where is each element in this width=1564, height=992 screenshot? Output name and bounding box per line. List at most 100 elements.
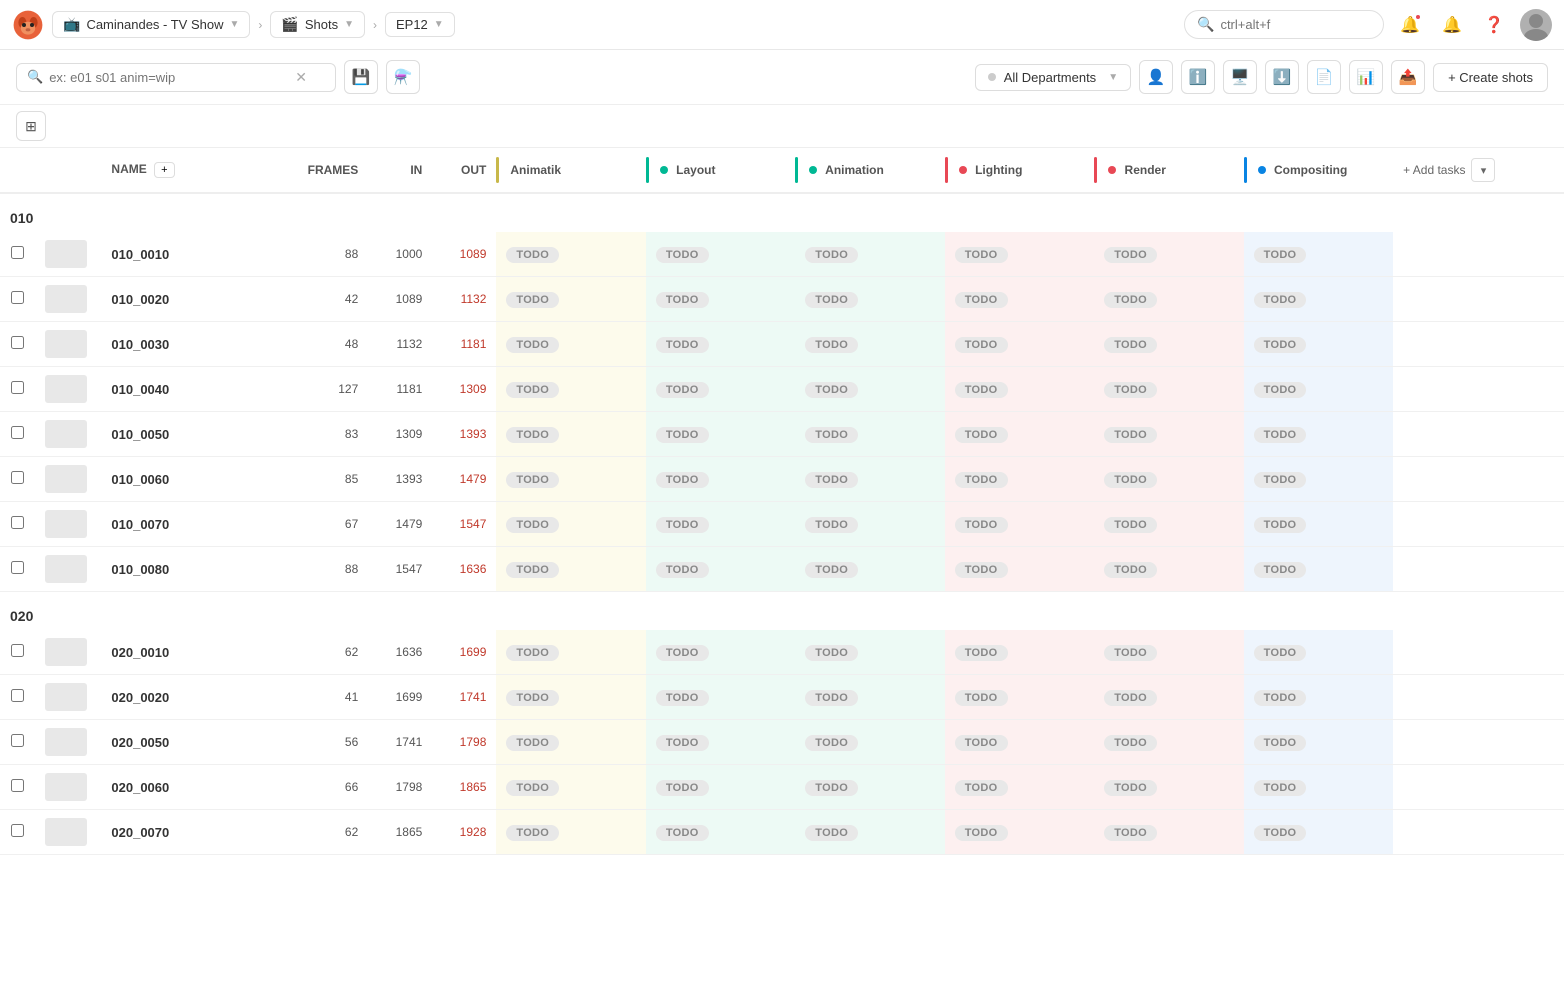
row-render-cell[interactable]: TODO <box>1094 367 1243 412</box>
row-compositing-cell[interactable]: TODO <box>1244 720 1393 765</box>
row-render-cell[interactable]: TODO <box>1094 412 1243 457</box>
help-button[interactable]: ❓ <box>1478 9 1510 41</box>
row-layout-cell[interactable]: TODO <box>646 232 795 277</box>
row-render-cell[interactable]: TODO <box>1094 720 1243 765</box>
breadcrumb-show[interactable]: 📺 Caminandes - TV Show ▼ <box>52 11 250 38</box>
row-shot-name-cell[interactable]: 010_0040 <box>101 367 282 412</box>
row-compositing-cell[interactable]: TODO <box>1244 765 1393 810</box>
row-layout-cell[interactable]: TODO <box>646 322 795 367</box>
row-animation-cell[interactable]: TODO <box>795 367 944 412</box>
row-lighting-cell[interactable]: TODO <box>945 765 1094 810</box>
row-render-cell[interactable]: TODO <box>1094 630 1243 675</box>
row-layout-cell[interactable]: TODO <box>646 547 795 592</box>
row-shot-name-cell[interactable]: 010_0070 <box>101 502 282 547</box>
row-lighting-cell[interactable]: TODO <box>945 367 1094 412</box>
row-animatik-cell[interactable]: TODO <box>496 232 645 277</box>
save-search-button[interactable]: 💾 <box>344 60 378 94</box>
row-lighting-cell[interactable]: TODO <box>945 412 1094 457</box>
row-shot-name-cell[interactable]: 020_0020 <box>101 675 282 720</box>
export-button[interactable]: 📤 <box>1391 60 1425 94</box>
add-tasks-button[interactable]: + Add tasks <box>1403 163 1465 177</box>
row-shot-name-cell[interactable]: 010_0050 <box>101 412 282 457</box>
row-layout-cell[interactable]: TODO <box>646 765 795 810</box>
row-animatik-cell[interactable]: TODO <box>496 412 645 457</box>
breadcrumb-shots[interactable]: 🎬 Shots ▼ <box>270 11 365 38</box>
row-shot-name-cell[interactable]: 010_0020 <box>101 277 282 322</box>
create-shots-button[interactable]: + Create shots <box>1433 63 1548 92</box>
row-compositing-cell[interactable]: TODO <box>1244 277 1393 322</box>
row-layout-cell[interactable]: TODO <box>646 277 795 322</box>
display-toggle-button[interactable]: 🖥️ <box>1223 60 1257 94</box>
row-compositing-cell[interactable]: TODO <box>1244 675 1393 720</box>
row-render-cell[interactable]: TODO <box>1094 322 1243 367</box>
row-layout-cell[interactable]: TODO <box>646 810 795 855</box>
row-render-cell[interactable]: TODO <box>1094 457 1243 502</box>
row-shot-name-cell[interactable]: 020_0010 <box>101 630 282 675</box>
file-button[interactable]: 📄 <box>1307 60 1341 94</box>
row-animation-cell[interactable]: TODO <box>795 675 944 720</box>
row-render-cell[interactable]: TODO <box>1094 810 1243 855</box>
row-animatik-cell[interactable]: TODO <box>496 277 645 322</box>
row-compositing-cell[interactable]: TODO <box>1244 810 1393 855</box>
row-checkbox[interactable] <box>11 824 24 837</box>
row-layout-cell[interactable]: TODO <box>646 502 795 547</box>
row-layout-cell[interactable]: TODO <box>646 367 795 412</box>
global-search-input[interactable] <box>1220 17 1360 32</box>
row-animatik-cell[interactable]: TODO <box>496 720 645 765</box>
row-animatik-cell[interactable]: TODO <box>496 810 645 855</box>
row-render-cell[interactable]: TODO <box>1094 502 1243 547</box>
row-animation-cell[interactable]: TODO <box>795 810 944 855</box>
row-checkbox[interactable] <box>11 734 24 747</box>
row-animatik-cell[interactable]: TODO <box>496 547 645 592</box>
row-animation-cell[interactable]: TODO <box>795 322 944 367</box>
row-layout-cell[interactable]: TODO <box>646 412 795 457</box>
row-shot-name-cell[interactable]: 010_0030 <box>101 322 282 367</box>
row-compositing-cell[interactable]: TODO <box>1244 232 1393 277</box>
row-animation-cell[interactable]: TODO <box>795 502 944 547</box>
row-checkbox[interactable] <box>11 779 24 792</box>
row-lighting-cell[interactable]: TODO <box>945 232 1094 277</box>
row-compositing-cell[interactable]: TODO <box>1244 457 1393 502</box>
add-name-button[interactable]: + <box>154 162 174 178</box>
row-checkbox[interactable] <box>11 246 24 259</box>
row-checkbox[interactable] <box>11 426 24 439</box>
row-layout-cell[interactable]: TODO <box>646 457 795 502</box>
row-animation-cell[interactable]: TODO <box>795 720 944 765</box>
notifications-button[interactable]: 🔔 <box>1394 9 1426 41</box>
row-layout-cell[interactable]: TODO <box>646 675 795 720</box>
row-checkbox[interactable] <box>11 516 24 529</box>
row-animatik-cell[interactable]: TODO <box>496 322 645 367</box>
row-lighting-cell[interactable]: TODO <box>945 675 1094 720</box>
row-lighting-cell[interactable]: TODO <box>945 720 1094 765</box>
shot-search-wrap[interactable]: 🔍 ✕ <box>16 63 336 92</box>
row-layout-cell[interactable]: TODO <box>646 630 795 675</box>
row-checkbox[interactable] <box>11 291 24 304</box>
row-animatik-cell[interactable]: TODO <box>496 630 645 675</box>
row-shot-name-cell[interactable]: 010_0060 <box>101 457 282 502</box>
row-render-cell[interactable]: TODO <box>1094 675 1243 720</box>
row-render-cell[interactable]: TODO <box>1094 277 1243 322</box>
row-compositing-cell[interactable]: TODO <box>1244 547 1393 592</box>
row-animatik-cell[interactable]: TODO <box>496 765 645 810</box>
row-animatik-cell[interactable]: TODO <box>496 502 645 547</box>
row-lighting-cell[interactable]: TODO <box>945 810 1094 855</box>
row-animation-cell[interactable]: TODO <box>795 547 944 592</box>
row-render-cell[interactable]: TODO <box>1094 547 1243 592</box>
department-selector[interactable]: All Departments ▼ <box>975 64 1131 91</box>
row-animation-cell[interactable]: TODO <box>795 412 944 457</box>
row-animation-cell[interactable]: TODO <box>795 277 944 322</box>
row-compositing-cell[interactable]: TODO <box>1244 412 1393 457</box>
row-checkbox[interactable] <box>11 689 24 702</box>
shot-search-input[interactable] <box>49 70 289 85</box>
row-lighting-cell[interactable]: TODO <box>945 277 1094 322</box>
user-avatar[interactable] <box>1520 9 1552 41</box>
row-checkbox[interactable] <box>11 381 24 394</box>
breadcrumb-episode[interactable]: EP12 ▼ <box>385 12 455 37</box>
row-animatik-cell[interactable]: TODO <box>496 675 645 720</box>
expand-columns-button[interactable]: ▾ <box>1471 158 1495 182</box>
row-lighting-cell[interactable]: TODO <box>945 322 1094 367</box>
row-checkbox[interactable] <box>11 336 24 349</box>
row-layout-cell[interactable]: TODO <box>646 720 795 765</box>
row-animatik-cell[interactable]: TODO <box>496 457 645 502</box>
info-button[interactable]: ℹ️ <box>1181 60 1215 94</box>
